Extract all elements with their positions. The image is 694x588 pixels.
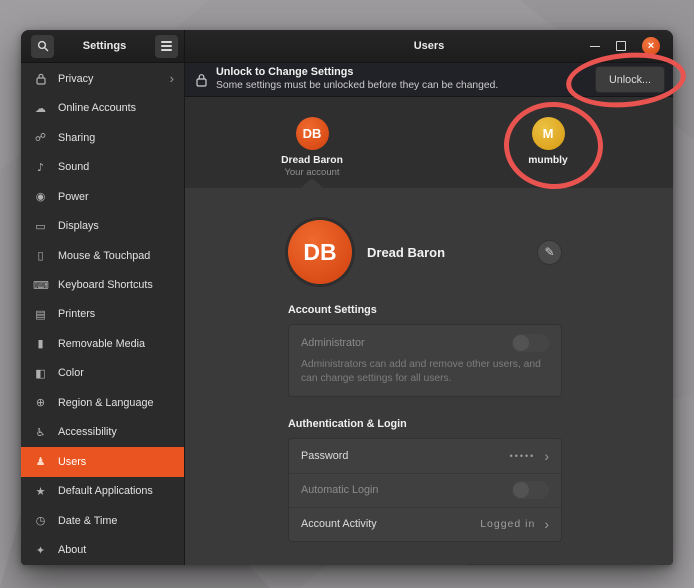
sidebar-item-displays[interactable]: ▭ Displays bbox=[21, 211, 184, 240]
infobar-title: Unlock to Change Settings bbox=[216, 66, 595, 79]
main-headerbar: Users × bbox=[185, 30, 673, 62]
sidebar-item-printers[interactable]: ▤ Printers bbox=[21, 300, 184, 329]
users-icon: ♟ bbox=[33, 456, 48, 467]
avatar: DB bbox=[296, 117, 329, 150]
globe-icon: ⊕ bbox=[33, 397, 48, 408]
share-icon: ☍ bbox=[33, 132, 48, 143]
sidebar-item-users[interactable]: ♟ Users bbox=[21, 447, 184, 476]
star-icon: ★ bbox=[33, 486, 48, 497]
sidebar-item-region-language[interactable]: ⊕ Region & Language bbox=[21, 388, 184, 417]
titlebar: Settings Users × bbox=[21, 30, 673, 63]
sidebar-headerbar: Settings bbox=[21, 30, 185, 62]
sidebar-item-sharing[interactable]: ☍ Sharing bbox=[21, 123, 184, 152]
desktop: Settings Users × Privacy › bbox=[0, 0, 694, 588]
display-icon: ▭ bbox=[33, 221, 48, 232]
sidebar-item-color[interactable]: ◧ Color bbox=[21, 359, 184, 388]
sidebar-item-mouse-touchpad[interactable]: ▯ Mouse & Touchpad bbox=[21, 241, 184, 270]
edit-name-button[interactable]: ✎ bbox=[537, 240, 562, 265]
removable-media-icon: ▮ bbox=[33, 338, 48, 349]
sound-icon: ♪ bbox=[33, 162, 48, 173]
account-activity-label: Account Activity bbox=[301, 518, 480, 530]
chevron-right-icon: › bbox=[544, 449, 549, 463]
sidebar-item-default-applications[interactable]: ★ Default Applications bbox=[21, 477, 184, 506]
sidebar-item-privacy[interactable]: Privacy › bbox=[21, 64, 184, 93]
cloud-icon: ☁ bbox=[33, 103, 48, 114]
page-title: Users bbox=[185, 40, 673, 52]
hamburger-icon bbox=[161, 41, 172, 51]
sidebar-item-about[interactable]: ✦ About bbox=[21, 536, 184, 565]
pencil-icon: ✎ bbox=[544, 245, 554, 259]
carousel-user-mumbly[interactable]: M mumbly bbox=[488, 117, 608, 166]
avatar: M bbox=[532, 117, 565, 150]
automatic-login-toggle[interactable] bbox=[512, 481, 549, 499]
user-details: DB Dread Baron ✎ Account Settings Admini… bbox=[185, 188, 673, 565]
carousel-user-name: Dread Baron bbox=[252, 155, 372, 166]
selected-user-notch bbox=[301, 178, 323, 188]
password-label: Password bbox=[301, 450, 510, 462]
remove-user-button[interactable]: Remove User... bbox=[466, 564, 562, 565]
automatic-login-row: Automatic Login bbox=[289, 473, 561, 507]
account-activity-value: Logged in bbox=[480, 518, 535, 530]
lock-icon bbox=[196, 73, 207, 87]
sidebar: Privacy › ☁ Online Accounts ☍ Sharing ♪ … bbox=[21, 63, 185, 565]
carousel-user-subtitle: Your account bbox=[252, 167, 372, 178]
infobar-text: Unlock to Change Settings Some settings … bbox=[216, 66, 595, 92]
password-row[interactable]: Password ••••• › bbox=[289, 439, 561, 473]
accessibility-icon: ♿ bbox=[33, 427, 48, 438]
section-header-authentication: Authentication & Login bbox=[288, 418, 562, 430]
administrator-label: Administrator bbox=[301, 337, 512, 349]
carousel-user-name: mumbly bbox=[488, 155, 608, 166]
sidebar-item-power[interactable]: ◉ Power bbox=[21, 182, 184, 211]
search-icon bbox=[37, 40, 49, 52]
infobar-subtitle: Some settings must be unlocked before th… bbox=[216, 80, 595, 93]
avatar[interactable]: DB bbox=[288, 220, 352, 284]
sidebar-item-online-accounts[interactable]: ☁ Online Accounts bbox=[21, 93, 184, 122]
section-header-account-settings: Account Settings bbox=[288, 304, 562, 316]
about-icon: ✦ bbox=[33, 545, 48, 556]
automatic-login-label: Automatic Login bbox=[301, 484, 512, 496]
user-carousel: DB Dread Baron Your account M mumbly bbox=[185, 97, 673, 188]
clock-icon: ◷ bbox=[33, 515, 48, 526]
carousel-user-dread-baron[interactable]: DB Dread Baron Your account bbox=[252, 117, 372, 178]
sidebar-item-keyboard-shortcuts[interactable]: ⌨ Keyboard Shortcuts bbox=[21, 270, 184, 299]
sidebar-item-date-time[interactable]: ◷ Date & Time bbox=[21, 506, 184, 535]
app-title: Settings bbox=[54, 40, 155, 52]
unlock-infobar: Unlock to Change Settings Some settings … bbox=[185, 63, 673, 97]
lock-icon bbox=[33, 73, 48, 85]
power-icon: ◉ bbox=[33, 191, 48, 202]
sidebar-item-sound[interactable]: ♪ Sound bbox=[21, 152, 184, 181]
administrator-row: Administrator Administrators can add and… bbox=[289, 325, 561, 396]
authentication-card: Password ••••• › Automatic Login Account… bbox=[288, 438, 562, 542]
printer-icon: ▤ bbox=[33, 309, 48, 320]
menu-button[interactable] bbox=[155, 35, 178, 58]
keyboard-icon: ⌨ bbox=[33, 280, 48, 291]
account-settings-card: Administrator Administrators can add and… bbox=[288, 324, 562, 397]
mouse-icon: ▯ bbox=[33, 250, 48, 261]
account-activity-row[interactable]: Account Activity Logged in › bbox=[289, 507, 561, 541]
chevron-right-icon: › bbox=[544, 517, 549, 531]
color-icon: ◧ bbox=[33, 368, 48, 379]
settings-window: Settings Users × Privacy › bbox=[21, 30, 673, 565]
sidebar-item-accessibility[interactable]: ♿ Accessibility bbox=[21, 418, 184, 447]
unlock-button[interactable]: Unlock... bbox=[595, 66, 665, 93]
chevron-right-icon: › bbox=[170, 72, 176, 85]
profile-name: Dread Baron bbox=[367, 245, 537, 260]
users-panel: Unlock to Change Settings Some settings … bbox=[185, 63, 673, 565]
profile-row: DB Dread Baron ✎ bbox=[288, 220, 562, 284]
password-value: ••••• bbox=[510, 451, 536, 461]
administrator-description: Administrators can add and remove other … bbox=[301, 358, 543, 386]
administrator-toggle[interactable] bbox=[512, 334, 549, 352]
search-button[interactable] bbox=[31, 35, 54, 58]
sidebar-item-removable-media[interactable]: ▮ Removable Media bbox=[21, 329, 184, 358]
